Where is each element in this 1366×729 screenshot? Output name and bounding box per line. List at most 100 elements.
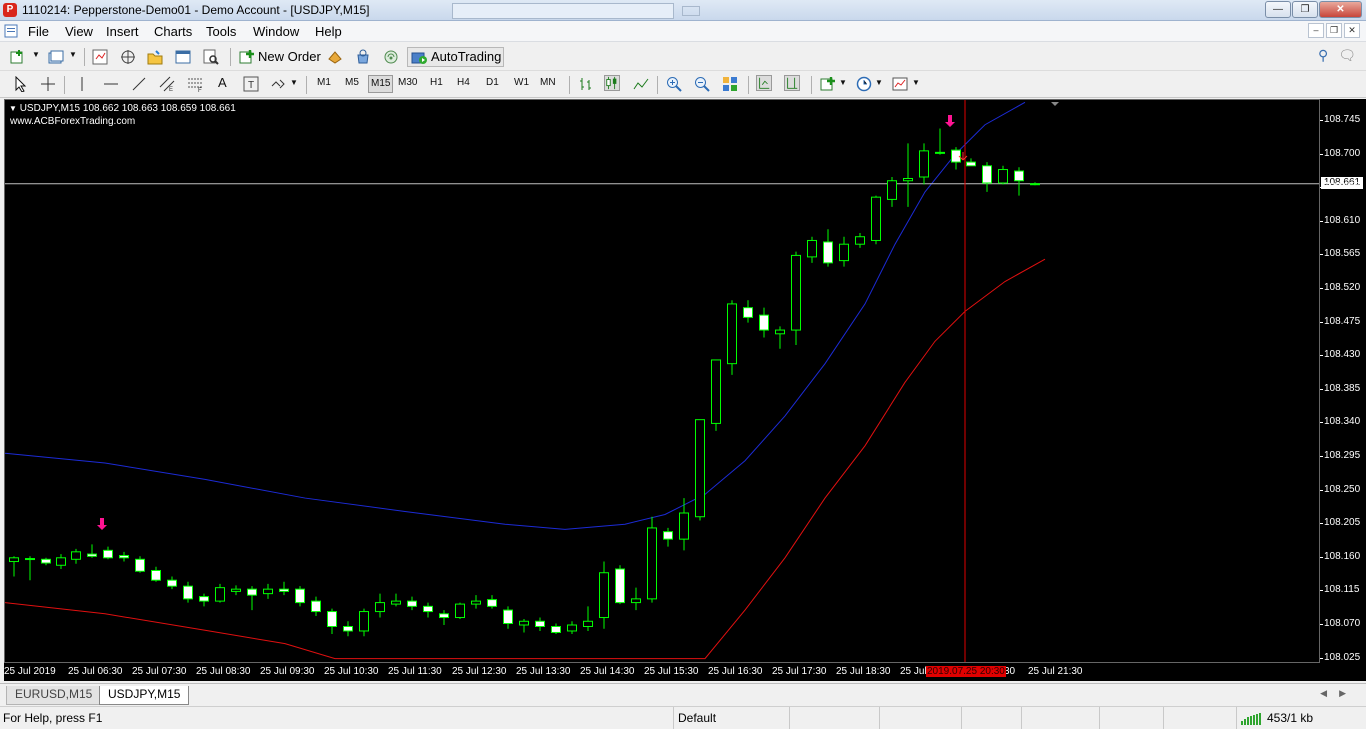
line-chart-icon[interactable]	[633, 76, 649, 92]
chart-header-dropdown-icon[interactable]: ▼	[9, 104, 17, 113]
menu-view[interactable]: View	[65, 24, 93, 39]
chart-shift-icon[interactable]	[784, 75, 800, 91]
tab-scroll-arrows[interactable]: ◀▶	[1320, 688, 1358, 699]
close-button[interactable]: ✕	[1319, 1, 1362, 18]
status-help-text: For Help, press F1	[3, 711, 103, 725]
terminal-icon[interactable]	[175, 49, 191, 65]
cursor-icon[interactable]	[12, 76, 28, 92]
candle-bull	[471, 600, 481, 605]
candle-bull	[56, 557, 66, 566]
status-profile: Default	[673, 707, 789, 729]
auto-scroll-icon[interactable]	[756, 75, 772, 91]
vps-icon[interactable]	[383, 49, 399, 65]
timeframe-h4[interactable]: H4	[457, 77, 470, 88]
periods-clock-icon[interactable]	[856, 76, 872, 92]
mdi-minimize-button[interactable]: –	[1308, 23, 1324, 38]
candle-bull	[935, 151, 945, 154]
equidistant-channel-icon[interactable]: E	[159, 76, 175, 92]
price-axis-label: 108.250	[1324, 483, 1361, 495]
mdi-restore-button[interactable]: ❐	[1326, 23, 1342, 38]
candle-bear	[167, 579, 177, 587]
candle-bear	[279, 588, 289, 592]
time-axis-label: 25 Jul 17:30	[772, 666, 827, 677]
price-axis-tick	[1320, 321, 1323, 323]
moving-average-blue	[5, 101, 1026, 530]
zoom-out-icon[interactable]	[694, 76, 710, 92]
bar-chart-icon[interactable]	[578, 76, 594, 92]
status-profile-label: Default	[678, 711, 717, 725]
profiles-icon[interactable]	[48, 49, 64, 65]
timeframe-m1[interactable]: M1	[317, 77, 331, 88]
mdi-close-button[interactable]: ✕	[1344, 23, 1360, 38]
strategy-tester-icon[interactable]	[203, 49, 219, 65]
navigator-icon[interactable]	[147, 49, 163, 65]
autotrading-button[interactable]: AutoTrading	[407, 47, 504, 67]
crosshair-icon[interactable]	[40, 76, 56, 92]
arrows-icon[interactable]	[270, 76, 286, 92]
menu-charts[interactable]: Charts	[154, 24, 192, 39]
text-label-icon[interactable]: T	[243, 76, 259, 92]
chart-watermark-site: www.ACBForexTrading.com	[10, 116, 136, 127]
chart-window-icon[interactable]	[4, 24, 18, 38]
new-chart-dropdown-icon[interactable]: ▼	[32, 50, 40, 59]
price-axis-tick	[1320, 456, 1323, 457]
horizontal-line-icon[interactable]	[103, 76, 119, 92]
timeframe-m15[interactable]: M15	[368, 75, 394, 93]
minimize-button[interactable]: —	[1265, 1, 1291, 18]
candle-bull	[375, 602, 385, 613]
price-axis-label: 108.340	[1324, 416, 1361, 428]
search-icon[interactable]: ⚲	[1318, 47, 1328, 64]
background-window-tab[interactable]	[452, 3, 674, 19]
timeframe-h1[interactable]: H1	[430, 77, 443, 88]
chart-tab-usdjpy[interactable]: USDJPY,M15	[99, 686, 190, 705]
menu-window[interactable]: Window	[253, 24, 299, 39]
menu-help[interactable]: Help	[315, 24, 342, 39]
candle-bear	[327, 611, 337, 627]
price-axis-tick	[1320, 120, 1323, 121]
timeframe-m30[interactable]: M30	[398, 77, 417, 88]
menu-tools[interactable]: Tools	[206, 24, 236, 39]
window-titlebar: P 1110214: Pepperstone-Demo01 - Demo Acc…	[0, 0, 1366, 21]
vertical-line-icon[interactable]	[74, 76, 90, 92]
indicators-dropdown-icon[interactable]: ▼	[839, 78, 847, 87]
tile-windows-icon[interactable]	[722, 76, 738, 92]
text-icon[interactable]: A	[218, 75, 227, 90]
menu-insert[interactable]: Insert	[106, 24, 139, 39]
price-axis-label: 108.385	[1324, 382, 1361, 394]
background-window-tab-close[interactable]	[682, 6, 700, 16]
chat-icon[interactable]: 🗨	[1338, 47, 1356, 64]
fibonacci-icon[interactable]: F	[187, 76, 203, 92]
timeframe-d1[interactable]: D1	[486, 77, 499, 88]
menu-bar: File View Insert Charts Tools Window Hel…	[0, 21, 1366, 42]
price-axis-tick	[1320, 556, 1323, 558]
chart-canvas[interactable]: ▼ USDJPY,M15 108.662 108.663 108.659 108…	[4, 99, 1320, 663]
candle-bear	[87, 553, 97, 557]
new-chart-icon[interactable]	[10, 49, 26, 65]
periods-dropdown-icon[interactable]: ▼	[875, 78, 883, 87]
candle-bear	[439, 613, 449, 619]
maximize-button[interactable]: ❐	[1292, 1, 1318, 18]
svg-text:E: E	[169, 87, 173, 92]
zoom-in-icon[interactable]	[666, 76, 682, 92]
candle-bull	[391, 600, 401, 605]
templates-dropdown-icon[interactable]: ▼	[912, 78, 920, 87]
timeframe-mn[interactable]: MN	[540, 77, 556, 88]
trendline-icon[interactable]	[131, 76, 147, 92]
profiles-dropdown-icon[interactable]: ▼	[69, 50, 77, 59]
templates-icon[interactable]	[892, 76, 908, 92]
market-icon[interactable]	[355, 49, 371, 65]
arrows-dropdown-icon[interactable]: ▼	[290, 78, 298, 87]
market-watch-icon[interactable]	[92, 49, 108, 65]
indicators-icon[interactable]	[820, 76, 836, 92]
price-axis-tick	[1320, 187, 1323, 189]
new-order-button[interactable]: New Order	[236, 47, 321, 67]
new-order-icon	[239, 50, 254, 64]
menu-file[interactable]: File	[28, 24, 49, 39]
timeframe-m5[interactable]: M5	[345, 77, 359, 88]
candlestick-chart-icon[interactable]	[604, 75, 620, 91]
chart-tab-eurusd[interactable]: EURUSD,M15	[6, 686, 102, 705]
time-axis-label: 25 Jul 15:30	[644, 666, 699, 677]
signals-icon[interactable]	[327, 49, 343, 65]
data-window-icon[interactable]	[120, 49, 136, 65]
timeframe-w1[interactable]: W1	[514, 77, 529, 88]
